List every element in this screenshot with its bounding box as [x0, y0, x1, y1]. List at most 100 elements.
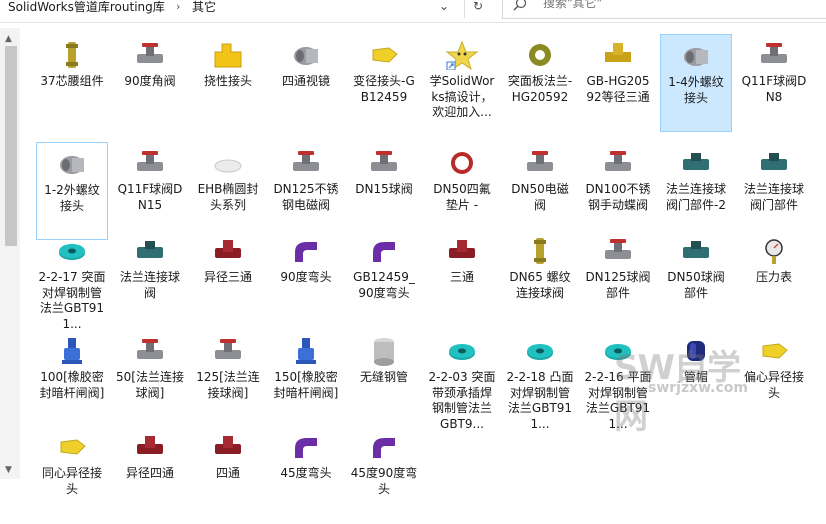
file-item[interactable]: GB-HG20592等径三通: [582, 34, 654, 132]
breadcrumb-current[interactable]: 其它: [192, 0, 216, 18]
part-teal-icon: [761, 153, 787, 170]
file-item[interactable]: 2-2-16 平面对焊钢制管法兰GBT911...: [582, 330, 654, 431]
file-item-label: 异径四通: [125, 466, 174, 480]
file-item[interactable]: 四通: [192, 426, 264, 524]
file-item[interactable]: 三通: [426, 230, 498, 328]
part-valve-icon: [371, 151, 397, 171]
file-item-label: DN50电磁阀: [511, 182, 569, 212]
part-maroon-icon: [215, 436, 241, 454]
file-item-label: GB12459_90度弯头: [353, 270, 415, 300]
file-item-label: DN100不锈钢手动蝶阀: [585, 182, 651, 212]
file-item-label: 压力表: [755, 270, 792, 284]
file-item[interactable]: 无缝钢管: [348, 330, 420, 428]
part-pipe-icon: [374, 338, 394, 366]
file-item[interactable]: 异径四通: [114, 426, 186, 524]
part-yellow-icon: [60, 439, 86, 455]
file-item-label: 法兰连接球阀门部件: [743, 182, 804, 212]
part-maroon-icon: [449, 240, 475, 258]
file-item[interactable]: DN15球阀: [348, 142, 420, 240]
file-item-label: 2-2-17 突面对焊钢制管法兰GBT911...: [38, 270, 106, 331]
file-item[interactable]: 45度弯头: [270, 426, 342, 524]
file-item[interactable]: DN125球阀部件: [582, 230, 654, 328]
breadcrumb-separator-icon[interactable]: ›: [176, 0, 180, 13]
file-item[interactable]: 1-4外螺纹接头: [660, 34, 732, 132]
file-item[interactable]: DN50四氟垫片 -: [426, 142, 498, 240]
part-disc-icon: [214, 159, 242, 173]
file-item[interactable]: 150[橡胶密封暗杆闸阀]: [270, 330, 342, 428]
search-box[interactable]: [502, 0, 826, 19]
star-shortcut-icon: [445, 40, 479, 70]
file-item[interactable]: 37芯腰组件: [36, 34, 108, 132]
file-item[interactable]: 压力表: [738, 230, 810, 328]
file-item-label: DN125球阀部件: [585, 270, 651, 300]
file-item[interactable]: 法兰连接球阀: [114, 230, 186, 328]
file-item[interactable]: 45度90度弯头: [348, 426, 420, 524]
file-item-label: 2-2-16 平面对焊钢制管法兰GBT911...: [584, 370, 652, 431]
part-teal-icon: [137, 241, 163, 258]
part-valve-icon: [761, 43, 787, 63]
search-input[interactable]: [543, 0, 803, 10]
file-item-label: 偏心异径接头: [743, 370, 804, 400]
scroll-up-icon[interactable]: ▲: [5, 34, 12, 44]
file-item[interactable]: 90度角阀: [114, 34, 186, 132]
file-item[interactable]: Q11F球阀DN8: [738, 34, 810, 132]
part-brass-icon: [66, 42, 78, 68]
file-item-label: 法兰连接球阀门部件-2: [665, 182, 726, 212]
file-item[interactable]: 变径接头-GB12459: [348, 34, 420, 132]
file-item[interactable]: 法兰连接球阀门部件: [738, 142, 810, 240]
file-item-label: 无缝钢管: [359, 370, 408, 384]
file-item[interactable]: 100[橡胶密封暗杆闸阀]: [36, 330, 108, 428]
file-item[interactable]: 偏心异径接头: [738, 330, 810, 428]
file-item[interactable]: GB12459_90度弯头: [348, 230, 420, 328]
file-item-label: 1-2外螺纹接头: [44, 183, 100, 213]
file-item-label: 同心异径接头: [41, 466, 102, 496]
file-item[interactable]: DN50球阀部件: [660, 230, 732, 328]
file-item[interactable]: 突面板法兰-HG20592: [504, 34, 576, 132]
file-item-label: 45度90度弯头: [350, 466, 418, 496]
search-icon: [513, 0, 527, 11]
file-item-label: 1-4外螺纹接头: [668, 75, 724, 105]
file-item-label: EHB椭圆封头系列: [197, 182, 259, 212]
part-gray-icon: [684, 48, 708, 66]
file-item[interactable]: DN65 螺纹连接球阀: [504, 230, 576, 328]
part-valve-icon: [605, 151, 631, 171]
file-item[interactable]: 1-2外螺纹接头: [36, 142, 108, 240]
file-item-label: 37芯腰组件: [40, 74, 104, 88]
vertical-scrollbar[interactable]: ▲ ▼: [0, 28, 20, 479]
part-valve-icon: [137, 43, 163, 63]
scroll-down-icon[interactable]: ▼: [5, 465, 12, 475]
file-item[interactable]: 学SolidWorks搞设计，欢迎加入...: [426, 34, 498, 132]
file-item[interactable]: EHB椭圆封头系列: [192, 142, 264, 240]
file-item[interactable]: 异径三通: [192, 230, 264, 328]
file-grid: 37芯腰组件 90度角阀 挠性接头 四通视镜 变径接头-GB12459 学SolidWor…: [36, 34, 826, 496]
file-item[interactable]: 同心异径接头: [36, 426, 108, 524]
part-navy-icon: [687, 341, 705, 361]
scroll-thumb[interactable]: [5, 46, 17, 246]
file-item[interactable]: 四通视镜: [270, 34, 342, 132]
part-bluevalve-icon: [62, 338, 82, 364]
file-item[interactable]: 125[法兰连接球阀]: [192, 330, 264, 428]
file-item[interactable]: 50[法兰连接球阀]: [114, 330, 186, 428]
part-brass-icon: [534, 238, 546, 264]
file-item-label: DN15球阀: [355, 182, 413, 196]
part-purple-icon: [295, 438, 317, 458]
file-item[interactable]: DN100不锈钢手动蝶阀: [582, 142, 654, 240]
file-item[interactable]: 挠性接头: [192, 34, 264, 132]
chevron-down-icon[interactable]: ⌄: [431, 0, 457, 18]
file-item[interactable]: 法兰连接球阀门部件-2: [660, 142, 732, 240]
file-item[interactable]: DN125不锈钢电磁阀: [270, 142, 342, 240]
file-item[interactable]: 2-2-03 突面带颈承插焊钢制管法兰 GBT9...: [426, 330, 498, 431]
file-item[interactable]: 90度弯头: [270, 230, 342, 328]
file-item[interactable]: Q11F球阀DN15: [114, 142, 186, 240]
file-item-label: 2-2-18 凸面对焊钢制管法兰GBT911...: [506, 370, 574, 431]
part-gray-icon: [60, 156, 84, 174]
refresh-icon[interactable]: ↻: [464, 0, 491, 18]
file-item-label: 管帽: [683, 370, 708, 384]
file-item[interactable]: 管帽: [660, 330, 732, 428]
file-item[interactable]: DN50电磁阀: [504, 142, 576, 240]
file-item-label: 法兰连接球阀: [119, 270, 180, 300]
file-item[interactable]: 2-2-18 凸面对焊钢制管法兰GBT911...: [504, 330, 576, 431]
breadcrumb-parent[interactable]: SolidWorks管道库routing库: [8, 0, 165, 18]
file-item-label: DN125不锈钢电磁阀: [273, 182, 339, 212]
file-item[interactable]: 2-2-17 突面对焊钢制管法兰GBT911...: [36, 230, 108, 331]
